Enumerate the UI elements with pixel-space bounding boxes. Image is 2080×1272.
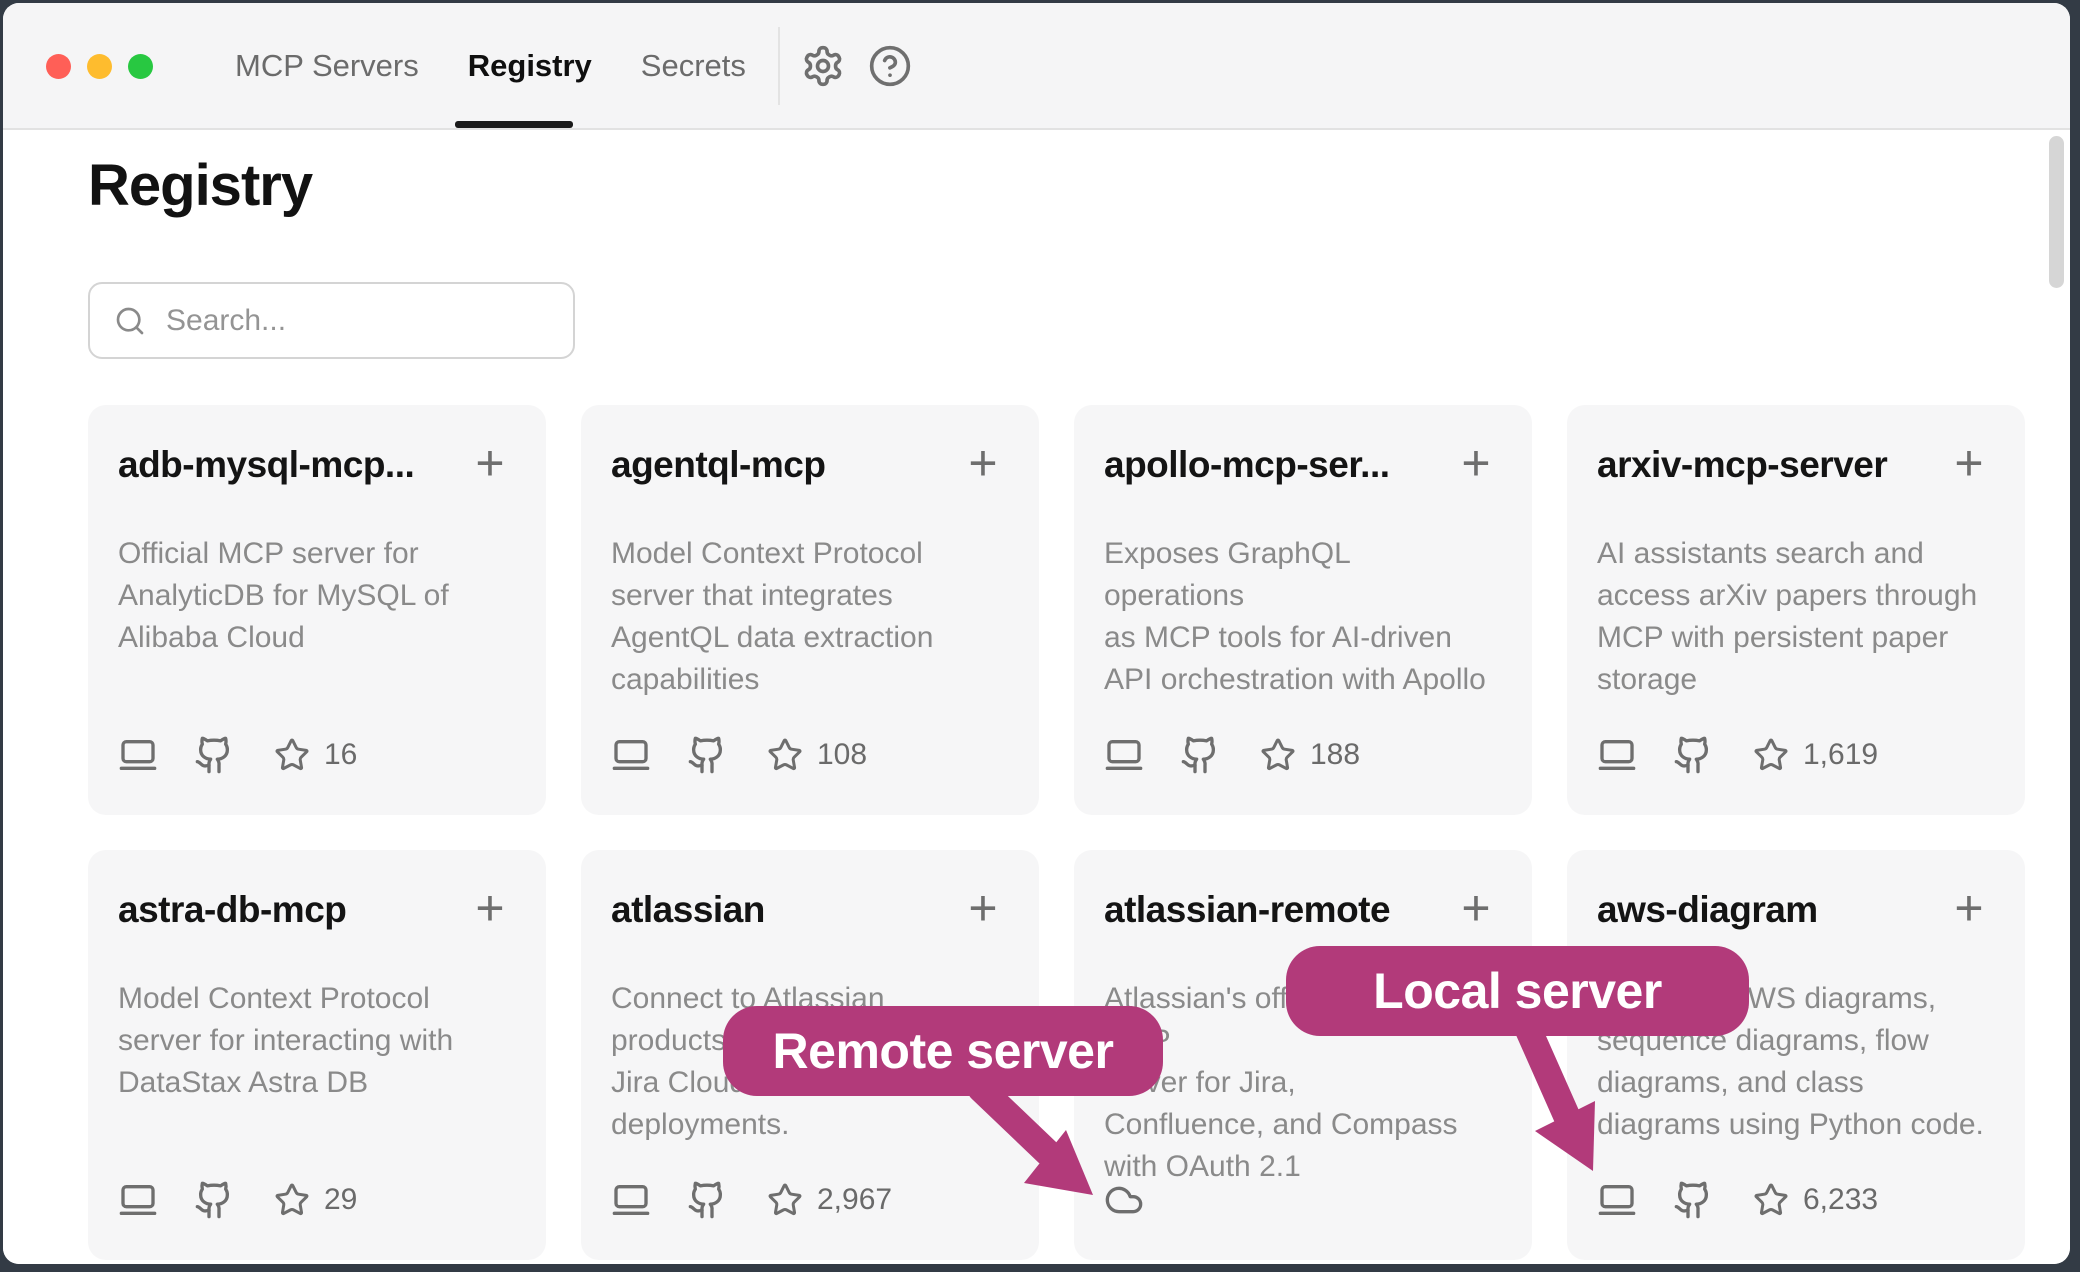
server-meta: 16 bbox=[118, 735, 357, 775]
add-server-button[interactable]: + bbox=[1450, 435, 1502, 491]
server-description: Exposes GraphQL operations as MCP tools … bbox=[1104, 533, 1498, 701]
star-icon bbox=[767, 737, 803, 773]
server-meta: 29 bbox=[118, 1180, 357, 1220]
star-count: 16 bbox=[324, 738, 357, 772]
star-badge: 188 bbox=[1260, 737, 1360, 773]
github-icon[interactable] bbox=[1673, 735, 1713, 775]
server-meta: 2,967 bbox=[611, 1180, 892, 1220]
star-badge: 16 bbox=[274, 737, 357, 773]
add-server-button[interactable]: + bbox=[464, 880, 516, 936]
github-icon[interactable] bbox=[1180, 735, 1220, 775]
add-server-button[interactable]: + bbox=[1943, 880, 1995, 936]
app-window: MCP Servers Registry Secrets Registry bbox=[3, 3, 2070, 1264]
add-server-button[interactable]: + bbox=[957, 435, 1009, 491]
server-meta: 188 bbox=[1104, 735, 1360, 775]
scrollbar-thumb[interactable] bbox=[2049, 136, 2064, 288]
star-icon bbox=[1753, 737, 1789, 773]
github-icon[interactable] bbox=[687, 1180, 727, 1220]
star-count: 108 bbox=[817, 738, 867, 772]
server-meta bbox=[1104, 1180, 1144, 1220]
titlebar-divider bbox=[778, 27, 780, 105]
search-icon bbox=[114, 305, 146, 337]
server-description: Model Context Protocol server that integ… bbox=[611, 533, 1005, 701]
server-meta: 108 bbox=[611, 735, 867, 775]
callout-remote-server: Remote server bbox=[723, 1006, 1163, 1096]
star-icon bbox=[1260, 737, 1296, 773]
help-icon bbox=[868, 44, 912, 88]
star-count: 188 bbox=[1310, 738, 1360, 772]
add-server-button[interactable]: + bbox=[464, 435, 516, 491]
server-name: aws-diagram bbox=[1597, 888, 1947, 932]
laptop-icon bbox=[118, 735, 158, 775]
minimize-button[interactable] bbox=[87, 54, 112, 79]
server-name: arxiv-mcp-server bbox=[1597, 443, 1947, 487]
server-name: astra-db-mcp bbox=[118, 888, 468, 932]
star-badge: 29 bbox=[274, 1182, 357, 1218]
laptop-icon bbox=[1597, 735, 1637, 775]
star-badge: 6,233 bbox=[1753, 1182, 1878, 1218]
tab-bar: MCP Servers Registry Secrets bbox=[235, 3, 746, 128]
star-count: 6,233 bbox=[1803, 1183, 1878, 1217]
server-card: arxiv-mcp-server + AI assistants search … bbox=[1567, 405, 2025, 815]
star-icon bbox=[274, 1182, 310, 1218]
github-icon[interactable] bbox=[194, 1180, 234, 1220]
server-description: AI assistants search and access arXiv pa… bbox=[1597, 533, 1991, 701]
star-icon bbox=[767, 1182, 803, 1218]
titlebar: MCP Servers Registry Secrets bbox=[3, 3, 2070, 130]
server-meta: 1,619 bbox=[1597, 735, 1878, 775]
github-icon[interactable] bbox=[687, 735, 727, 775]
server-card: agentql-mcp + Model Context Protocol ser… bbox=[581, 405, 1039, 815]
server-name: agentql-mcp bbox=[611, 443, 961, 487]
close-button[interactable] bbox=[46, 54, 71, 79]
server-name: apollo-mcp-ser... bbox=[1104, 443, 1454, 487]
server-card: astra-db-mcp + Model Context Protocol se… bbox=[88, 850, 546, 1260]
star-icon bbox=[274, 737, 310, 773]
callout-local-server: Local server bbox=[1286, 946, 1749, 1036]
github-icon[interactable] bbox=[194, 735, 234, 775]
server-meta: 6,233 bbox=[1597, 1180, 1878, 1220]
server-description: Model Context Protocol server for intera… bbox=[118, 978, 512, 1104]
star-badge: 2,967 bbox=[767, 1182, 892, 1218]
server-description: Official MCP server for AnalyticDB for M… bbox=[118, 533, 512, 659]
server-name: adb-mysql-mcp... bbox=[118, 443, 468, 487]
page-title: Registry bbox=[88, 152, 312, 219]
help-button[interactable] bbox=[865, 41, 915, 91]
traffic-lights bbox=[46, 54, 153, 79]
add-server-button[interactable]: + bbox=[1450, 880, 1502, 936]
star-count: 1,619 bbox=[1803, 738, 1878, 772]
tab-registry[interactable]: Registry bbox=[468, 48, 592, 84]
star-count: 2,967 bbox=[817, 1183, 892, 1217]
laptop-icon bbox=[1597, 1180, 1637, 1220]
laptop-icon bbox=[118, 1180, 158, 1220]
registry-page: Registry adb-mysql-mcp... + Official MCP… bbox=[3, 130, 2070, 1264]
server-card: adb-mysql-mcp... + Official MCP server f… bbox=[88, 405, 546, 815]
search-box bbox=[88, 282, 575, 359]
settings-button[interactable] bbox=[798, 41, 848, 91]
star-count: 29 bbox=[324, 1183, 357, 1217]
active-tab-indicator bbox=[455, 121, 573, 128]
star-badge: 108 bbox=[767, 737, 867, 773]
server-card: aws-diagram + Generate AWS diagrams, seq… bbox=[1567, 850, 2025, 1260]
laptop-icon bbox=[611, 735, 651, 775]
server-card: apollo-mcp-ser... + Exposes GraphQL oper… bbox=[1074, 405, 1532, 815]
github-icon[interactable] bbox=[1673, 1180, 1713, 1220]
gear-icon bbox=[801, 44, 845, 88]
add-server-button[interactable]: + bbox=[957, 880, 1009, 936]
star-badge: 1,619 bbox=[1753, 737, 1878, 773]
star-icon bbox=[1753, 1182, 1789, 1218]
laptop-icon bbox=[611, 1180, 651, 1220]
server-grid: adb-mysql-mcp... + Official MCP server f… bbox=[88, 405, 2025, 1260]
add-server-button[interactable]: + bbox=[1943, 435, 1995, 491]
server-name: atlassian-remote bbox=[1104, 888, 1454, 932]
laptop-icon bbox=[1104, 735, 1144, 775]
server-name: atlassian bbox=[611, 888, 961, 932]
tab-mcp-servers[interactable]: MCP Servers bbox=[235, 48, 419, 84]
cloud-icon bbox=[1104, 1180, 1144, 1220]
zoom-button[interactable] bbox=[128, 54, 153, 79]
search-input[interactable] bbox=[164, 303, 559, 339]
tab-secrets[interactable]: Secrets bbox=[641, 48, 746, 84]
